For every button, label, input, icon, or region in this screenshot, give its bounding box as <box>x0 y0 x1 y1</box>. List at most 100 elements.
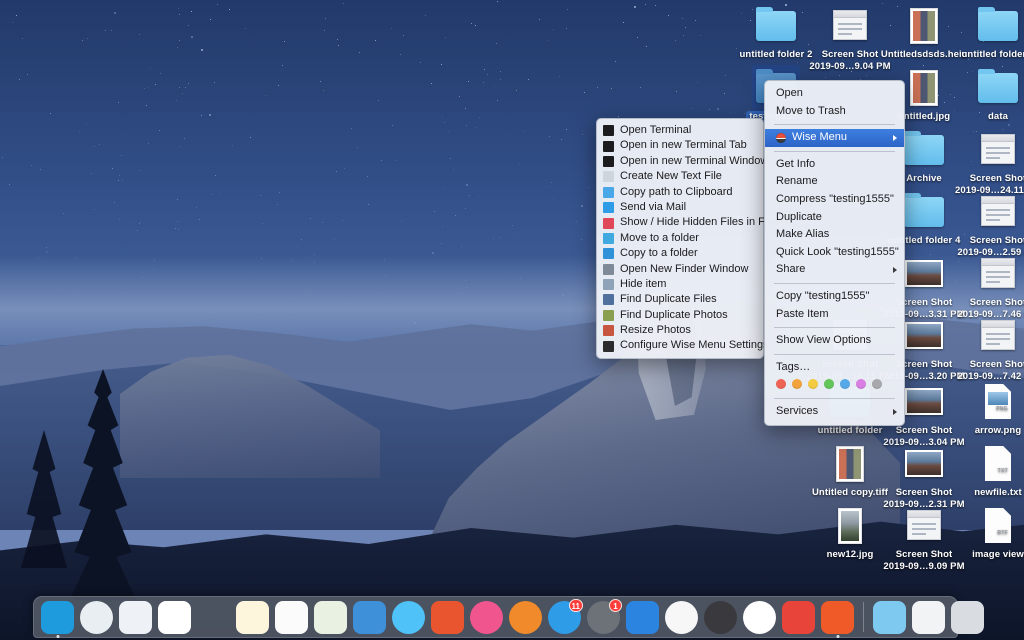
dock-item-xcode[interactable] <box>624 599 661 636</box>
photos-icon <box>743 601 776 634</box>
dock-item-reminders[interactable] <box>273 599 310 636</box>
desktop-icon[interactable]: Screen Shot2019-09…7.42 PM <box>952 316 1024 382</box>
tag-red[interactable] <box>776 379 786 389</box>
menu-item[interactable]: Duplicate <box>765 209 904 227</box>
dock-item-recent-document[interactable] <box>910 599 947 636</box>
duplicate-photos-icon <box>603 310 614 321</box>
menu-item-label: Show View Options <box>776 332 884 350</box>
menu-item[interactable]: Wise Menu <box>765 129 904 147</box>
menu-item[interactable]: Services <box>765 403 904 421</box>
finder-context-menu[interactable]: OpenMove to Trash Wise Menu Get InfoRename… <box>764 80 905 426</box>
menu-item[interactable]: Find Duplicate Photos <box>597 308 763 323</box>
clipboard-icon <box>603 187 614 198</box>
dock[interactable]: 111 <box>33 596 958 638</box>
png-file-icon: PNG <box>985 384 1011 419</box>
tag-yellow[interactable] <box>808 379 818 389</box>
menu-item-label: Paste Item <box>776 306 884 324</box>
mail-icon <box>603 202 614 213</box>
desktop-icon-label: data <box>952 111 1024 123</box>
menu-item[interactable]: Open <box>765 85 904 103</box>
menu-item[interactable]: Move to Trash <box>765 103 904 121</box>
menu-item[interactable]: Compress "testing1555" <box>765 191 904 209</box>
menu-item-label: Duplicate <box>776 209 884 227</box>
chevron-right-icon <box>893 267 897 273</box>
screenshot-thumbnail-icon <box>833 10 867 40</box>
copy-folder-icon <box>603 248 614 259</box>
eye-icon <box>603 218 614 229</box>
dock-item-calendar[interactable] <box>156 599 193 636</box>
menu-item-label: Hide item <box>620 277 743 292</box>
menu-item[interactable]: Share <box>765 261 904 279</box>
tag-blue[interactable] <box>840 379 850 389</box>
dock-item-ibooks[interactable] <box>507 599 544 636</box>
dock-item-contacts[interactable] <box>195 599 232 636</box>
menu-item[interactable]: Resize Photos <box>597 323 763 338</box>
menu-item[interactable]: Copy to a folder <box>597 246 763 261</box>
dock-item-tweetbot[interactable] <box>819 599 856 636</box>
notes-icon <box>236 601 269 634</box>
menu-item-label: Move to Trash <box>776 103 884 121</box>
menu-item[interactable]: Open in new Terminal Window <box>597 154 763 169</box>
dock-item-wise-menu-app[interactable] <box>780 599 817 636</box>
menu-item[interactable]: Send via Mail <box>597 200 763 215</box>
image-thumbnail-icon <box>910 70 938 106</box>
desktop-icon[interactable]: PNGarrow.png <box>952 382 1024 437</box>
dock-item-mail[interactable] <box>117 599 154 636</box>
desktop-icon[interactable]: TXTnewfile.txt <box>952 444 1024 499</box>
keynote-icon <box>353 601 386 634</box>
dock-item-trash[interactable] <box>949 599 986 636</box>
desktop-icon[interactable]: data <box>952 68 1024 123</box>
desktop-icon[interactable]: RTFimage view <box>952 506 1024 561</box>
dock-item-downloads-stack[interactable] <box>871 599 908 636</box>
dock-item-maps[interactable] <box>312 599 349 636</box>
menu-separator <box>774 354 895 355</box>
xcode-icon <box>626 601 659 634</box>
recent-document-icon <box>912 601 945 634</box>
menu-item[interactable]: Create New Text File <box>597 169 763 184</box>
menu-item[interactable]: Make Alias <box>765 226 904 244</box>
menu-item[interactable]: Hide item <box>597 277 763 292</box>
dock-item-keynote[interactable] <box>351 599 388 636</box>
menu-item[interactable]: Configure Wise Menu Settings <box>597 338 763 353</box>
menu-item[interactable]: Open New Finder Window <box>597 262 763 277</box>
dock-item-system-preferences[interactable]: 1 <box>585 599 622 636</box>
dock-badge: 11 <box>569 599 583 612</box>
menu-item[interactable]: Rename <box>765 173 904 191</box>
folder-icon <box>978 11 1018 41</box>
menu-item[interactable]: Move to a folder <box>597 231 763 246</box>
dock-item-brave[interactable] <box>702 599 739 636</box>
tag-purple[interactable] <box>856 379 866 389</box>
tag-orange[interactable] <box>792 379 802 389</box>
dock-item-photos[interactable] <box>741 599 778 636</box>
menu-item[interactable]: Get Info <box>765 156 904 174</box>
tag-gray[interactable] <box>872 379 882 389</box>
menu-item[interactable]: Show View Options <box>765 332 904 350</box>
menu-item-label: Open New Finder Window <box>620 262 748 277</box>
menu-item[interactable]: Paste Item <box>765 306 904 324</box>
dock-item-safari[interactable] <box>78 599 115 636</box>
menu-item[interactable]: Copy "testing1555" <box>765 288 904 306</box>
tag-green[interactable] <box>824 379 834 389</box>
dock-item-messages[interactable] <box>390 599 427 636</box>
desktop-icon[interactable]: Screen Shot2019-09…24.11 PM <box>952 130 1024 196</box>
dock-item-finder[interactable] <box>39 599 76 636</box>
dock-item-chrome[interactable] <box>663 599 700 636</box>
menu-item[interactable]: Tags… <box>765 359 904 377</box>
desktop-icon[interactable]: Screen Shot2019-09…2.59 PM <box>952 192 1024 258</box>
dock-item-app-store[interactable]: 11 <box>546 599 583 636</box>
desktop-icon[interactable]: untitled folder 5 <box>952 6 1024 61</box>
terminal-tab-icon <box>603 141 614 152</box>
menu-item[interactable]: Quick Look "testing1555" <box>765 244 904 262</box>
menu-item[interactable]: Copy path to Clipboard <box>597 185 763 200</box>
desktop-icon-glyph <box>827 6 873 46</box>
dock-item-photo-booth[interactable] <box>429 599 466 636</box>
wise-menu-submenu[interactable]: Open TerminalOpen in new Terminal TabOpe… <box>596 118 764 359</box>
dock-item-notes[interactable] <box>234 599 271 636</box>
menu-item[interactable]: Find Duplicate Files <box>597 292 763 307</box>
menu-item[interactable]: Open in new Terminal Tab <box>597 138 763 153</box>
menu-item[interactable]: Open Terminal <box>597 123 763 138</box>
menu-item[interactable]: Show / Hide Hidden Files in Finder <box>597 215 763 230</box>
tag-color-row[interactable] <box>765 376 904 394</box>
desktop-icon[interactable]: Screen Shot2019-09…7.46 PM <box>952 254 1024 320</box>
dock-item-itunes[interactable] <box>468 599 505 636</box>
